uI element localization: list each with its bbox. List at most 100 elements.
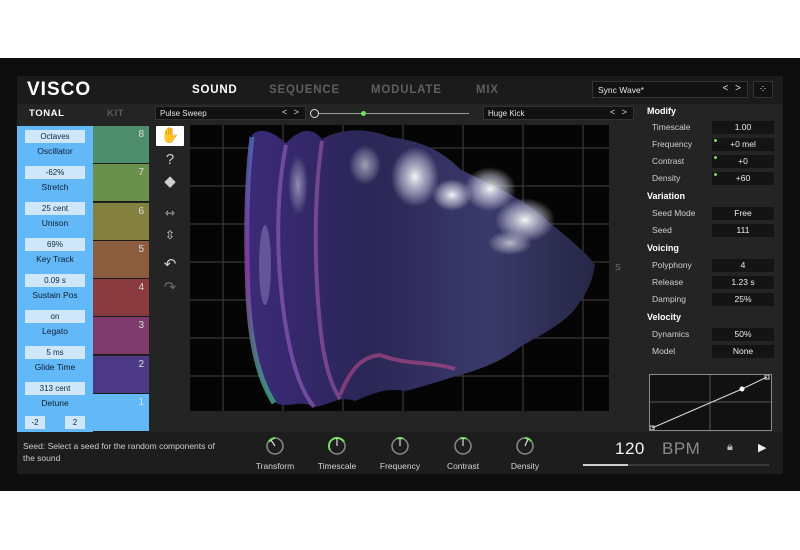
step-row[interactable]: 7 <box>93 164 149 203</box>
seedmode-field[interactable]: Free <box>712 207 774 220</box>
tab-sound[interactable]: SOUND <box>192 84 238 96</box>
left-panel: TONAL KIT Octaves Oscillator -62% Stretc… <box>17 104 149 432</box>
source-a-arrows[interactable]: < > <box>282 107 301 117</box>
step-row[interactable]: 5 <box>93 240 149 279</box>
step-row[interactable]: 1 <box>93 393 149 432</box>
unison-field[interactable]: 25 cent <box>25 202 85 215</box>
source-b-select[interactable]: Huge Kick < > <box>483 106 634 120</box>
step-number: 8 <box>138 129 144 140</box>
keytrack-field[interactable]: 69% <box>25 238 85 251</box>
step-row[interactable]: 4 <box>93 279 149 317</box>
preset-name: Sync Wave* <box>598 85 644 95</box>
range-low-field[interactable]: -2 <box>25 416 45 429</box>
undo-icon[interactable]: ↶ <box>156 255 184 275</box>
morph-slider-track[interactable] <box>317 113 469 114</box>
polyphony-value: 4 <box>740 260 746 270</box>
timescale-knob-label: Timescale <box>317 461 357 471</box>
contrast-knob[interactable] <box>453 436 473 456</box>
detune-field[interactable]: 313 cent <box>25 382 85 395</box>
bpm-unit: BPM <box>662 439 701 458</box>
seed-field[interactable]: 111 <box>712 224 774 237</box>
random-icon[interactable]: ? <box>156 150 184 170</box>
glide-field[interactable]: 5 ms <box>25 346 85 359</box>
help-text: Seed: Select a seed for the random compo… <box>23 441 215 463</box>
step-row[interactable]: 6 <box>93 202 149 241</box>
step-number: 5 <box>138 243 144 255</box>
contrast-value: +0 <box>738 156 748 166</box>
lock-icon[interactable]: 🔒︎ <box>727 441 733 454</box>
brush-icon[interactable]: ✋ <box>156 126 184 146</box>
seed-label: Seed <box>652 225 672 235</box>
unison-label: Unison <box>41 218 69 228</box>
dynamics-value: 50% <box>734 329 752 339</box>
tab-mix[interactable]: MIX <box>476 84 499 96</box>
model-field[interactable]: None <box>712 345 774 358</box>
tool-column: ✋ ? ◆ ⇿ ⇳ ↶ ↷ <box>153 126 187 306</box>
release-field[interactable]: 1.23 s <box>712 276 774 289</box>
range-high-field[interactable]: 2 <box>65 416 85 429</box>
release-label: Release <box>652 277 684 287</box>
frequency-field[interactable]: +0 mel <box>712 138 774 151</box>
transform-label: Transform <box>255 461 295 471</box>
redo-icon[interactable]: ↷ <box>156 278 184 298</box>
sustainpos-label: Sustain Pos <box>32 290 78 300</box>
octaves-box[interactable]: Octaves <box>25 130 85 143</box>
velocity-curve-editor[interactable] <box>649 374 772 431</box>
stretch-horizontal-icon[interactable]: ⇿ <box>156 203 184 223</box>
source-a-name: Pulse Sweep <box>160 109 207 118</box>
morph-slider-start[interactable] <box>310 109 319 118</box>
spectrogram-canvas[interactable] <box>190 125 609 411</box>
release-value: 1.23 s <box>731 277 755 287</box>
timescale-knob[interactable] <box>327 436 347 456</box>
step-row[interactable]: 3 <box>93 317 149 356</box>
sustainpos-field[interactable]: 0.09 s <box>25 274 85 287</box>
keytrack-label: Key Track <box>36 254 74 264</box>
contrast-knob-label: Contrast <box>446 461 480 471</box>
transform-knob[interactable] <box>265 436 285 456</box>
legato-field[interactable]: on <box>25 310 85 323</box>
density-field[interactable]: +60 <box>712 172 774 185</box>
preset-arrows[interactable]: < > <box>723 83 743 94</box>
sustainpos-value: 0.09 s <box>44 276 66 285</box>
source-b-name: Huge Kick <box>488 109 525 118</box>
polyphony-field[interactable]: 4 <box>712 259 774 272</box>
dynamics-field[interactable]: 50% <box>712 328 774 341</box>
seedmode-label: Seed Mode <box>652 208 696 218</box>
stretch-vertical-icon[interactable]: ⇳ <box>156 225 184 245</box>
morph-slider-handle[interactable] <box>360 111 366 116</box>
contrast-field[interactable]: +0 <box>712 155 774 168</box>
contrast-label: Contrast <box>652 156 685 166</box>
polyphony-label: Polyphony <box>652 260 692 270</box>
velocity-curve-graphic <box>649 374 771 431</box>
modify-title: Modify <box>647 106 676 116</box>
tab-sequence[interactable]: SEQUENCE <box>269 84 340 96</box>
frequency-knob[interactable] <box>390 436 410 456</box>
density-knob[interactable] <box>515 436 535 456</box>
model-label: Model <box>652 346 676 356</box>
frequency-label: Frequency <box>652 139 693 149</box>
bpm-value[interactable]: 120 <box>615 439 645 459</box>
glide-label: Glide Time <box>34 362 76 372</box>
preset-selector[interactable]: Sync Wave* < > <box>592 81 748 98</box>
spectrogram-graphic <box>190 125 609 411</box>
stretch-field[interactable]: -62% <box>25 166 85 179</box>
playback-progress-fill <box>583 464 628 466</box>
step-row[interactable]: 8 <box>93 126 149 164</box>
source-a-select[interactable]: Pulse Sweep < > <box>155 106 306 120</box>
damping-field[interactable]: 25% <box>712 293 774 306</box>
play-icon[interactable]: ▶ <box>758 441 766 454</box>
tab-kit[interactable]: KIT <box>107 108 124 119</box>
detune-label: Detune <box>41 398 69 408</box>
tab-modulate[interactable]: MODULATE <box>371 84 442 96</box>
plugin-frame: VISCO SOUND SEQUENCE MODULATE MIX Sync W… <box>17 76 783 474</box>
dice-icon[interactable]: ⁘ <box>753 81 773 98</box>
step-row[interactable]: 2 <box>93 355 149 394</box>
step-column: 8 7 6 5 4 3 2 1 <box>93 126 149 432</box>
tab-tonal[interactable]: TONAL <box>29 108 65 119</box>
detune-value: 313 cent <box>39 384 71 393</box>
source-b-arrows[interactable]: < > <box>610 107 629 117</box>
eraser-icon[interactable]: ◆ <box>156 172 184 192</box>
seed-value: 111 <box>736 225 750 235</box>
variation-title: Variation <box>647 191 686 201</box>
timescale-field[interactable]: 1.00 <box>712 121 774 134</box>
